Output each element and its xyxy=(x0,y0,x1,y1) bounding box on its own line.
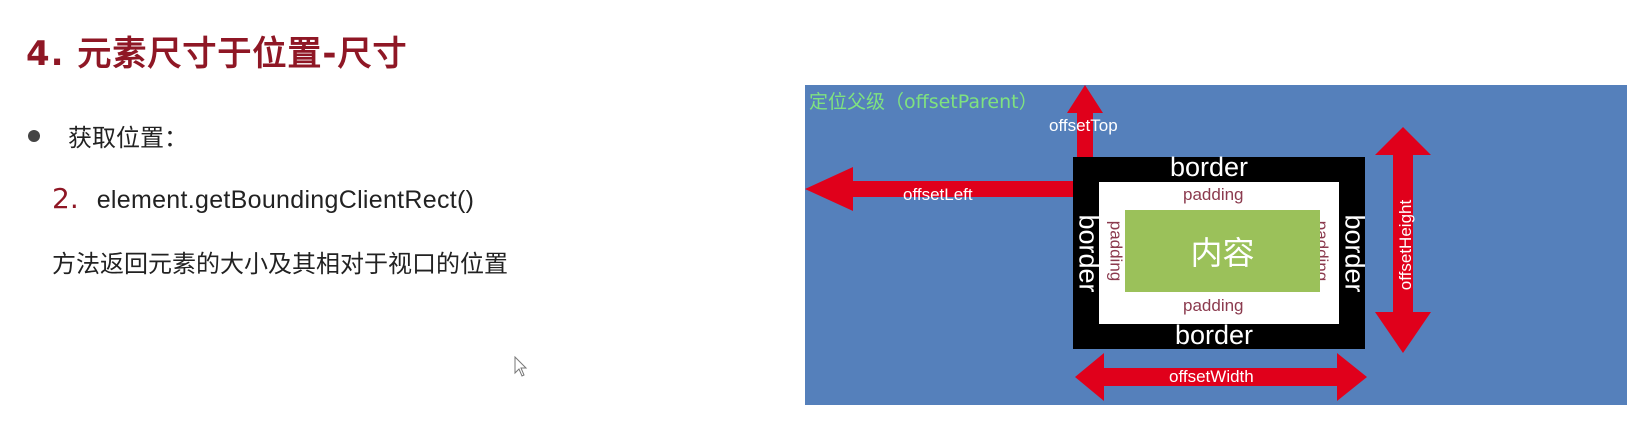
border-right-label: border xyxy=(1339,214,1370,293)
step-number: 2. xyxy=(52,182,79,215)
slide-title: 4. 元素尺寸于位置-尺寸 xyxy=(26,34,408,74)
border-left-label: border xyxy=(1073,214,1104,293)
bullet-item: 获取位置： xyxy=(28,118,188,153)
box-model-diagram: 定位父级（offsetParent） offsetTop offsetLeft … xyxy=(805,85,1627,405)
content-label: 内容 xyxy=(1190,234,1255,272)
step-item: 2. element.getBoundingClientRect() xyxy=(52,182,474,215)
border-top-label: border xyxy=(1170,152,1249,182)
offset-height-label: offsetHeight xyxy=(1396,199,1416,291)
offset-left-label: offsetLeft xyxy=(903,185,973,204)
method-description: 方法返回元素的大小及其相对于视口的位置 xyxy=(52,250,508,278)
offset-width-label: offsetWidth xyxy=(1169,367,1254,386)
offset-parent-label: 定位父级（offsetParent） xyxy=(809,91,1038,113)
bullet-text: 获取位置： xyxy=(68,124,188,152)
padding-bottom-label: padding xyxy=(1183,296,1244,315)
method-name: element.getBoundingClientRect() xyxy=(96,186,475,214)
bullet-dot-icon xyxy=(28,129,40,142)
mouse-cursor-icon xyxy=(514,355,528,382)
border-bottom-label: border xyxy=(1175,320,1254,350)
content-box: 内容 xyxy=(1125,210,1320,292)
offset-top-label: offsetTop xyxy=(1049,116,1118,135)
padding-left-label: padding xyxy=(1106,220,1126,282)
padding-top-label: padding xyxy=(1183,185,1244,204)
